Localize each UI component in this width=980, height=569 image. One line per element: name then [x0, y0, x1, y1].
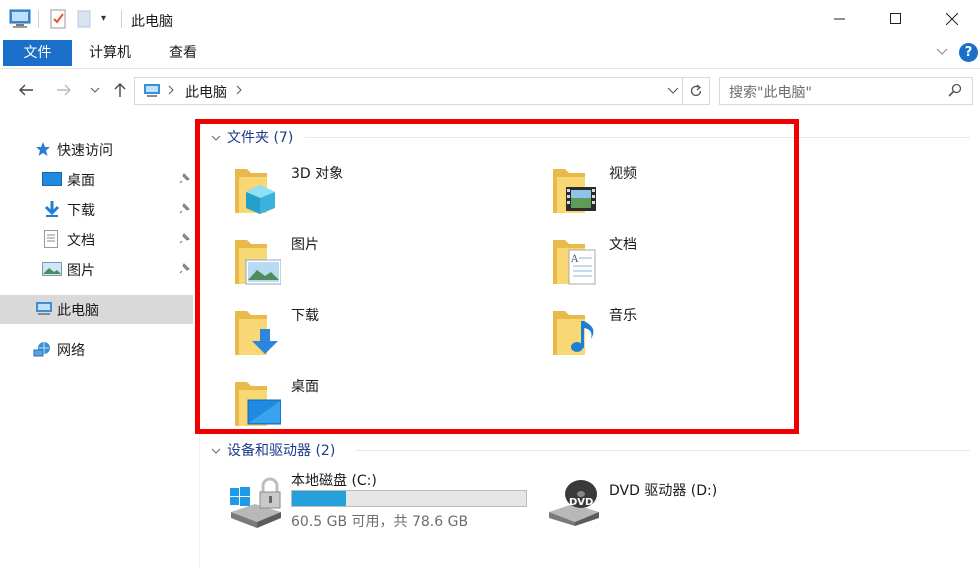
drive-usage-bar	[291, 490, 527, 507]
sidebar-item-pictures[interactable]: 图片	[0, 255, 193, 283]
customize-quick-access-icon[interactable]: ▾	[101, 13, 106, 24]
highlight-box	[195, 119, 799, 434]
breadcrumb-chevron-icon[interactable]	[235, 82, 243, 102]
sidebar-label: 文档	[67, 233, 95, 249]
document-icon	[44, 230, 58, 252]
minimize-button[interactable]	[812, 0, 868, 38]
drive-c[interactable]: 本地磁盘 (C:) 60.5 GB 可用，共 78.6 GB	[227, 468, 537, 532]
star-icon	[35, 141, 51, 161]
pin-icon[interactable]	[179, 172, 191, 188]
sidebar-label: 网络	[57, 343, 85, 359]
download-arrow-icon	[44, 200, 60, 222]
pin-icon[interactable]	[179, 262, 191, 278]
address-history-dropdown-icon[interactable]	[667, 83, 679, 101]
sidebar-label: 此电脑	[57, 303, 99, 319]
refresh-button[interactable]	[682, 78, 709, 104]
desktop-icon	[42, 172, 62, 190]
this-pc-icon	[143, 83, 161, 102]
expand-ribbon-icon[interactable]	[935, 44, 949, 62]
sidebar-label: 快速访问	[57, 143, 113, 159]
breadcrumb-chevron-icon[interactable]	[167, 82, 175, 102]
computer-icon[interactable]	[9, 9, 31, 33]
drive-usage-fill	[292, 491, 346, 506]
network-icon	[33, 340, 51, 362]
maximize-button[interactable]	[868, 0, 924, 38]
devices-group-header[interactable]: 设备和驱动器 (2)	[211, 440, 335, 460]
sidebar-item-quick-access[interactable]: 快速访问	[0, 135, 193, 163]
sidebar-label: 下载	[67, 203, 95, 219]
forward-button[interactable]	[53, 79, 75, 101]
tab-view[interactable]: 查看	[157, 40, 209, 66]
sidebar-label: 图片	[67, 263, 95, 279]
pin-icon[interactable]	[179, 202, 191, 218]
help-button[interactable]: ?	[959, 43, 978, 62]
search-input[interactable]: 搜索"此电脑"	[719, 77, 973, 105]
new-folder-icon[interactable]	[77, 10, 91, 32]
ribbon: 文件 计算机 查看 ?	[0, 38, 980, 69]
navigation-pane: 快速访问 桌面 下载 文档 图片 此电脑 网络	[0, 130, 200, 569]
svg-text:DVD: DVD	[569, 497, 593, 508]
breadcrumb-this-pc[interactable]: 此电脑	[185, 82, 227, 102]
drive-d[interactable]: DVD DVD 驱动器 (D:)	[545, 468, 805, 532]
tab-computer[interactable]: 计算机	[77, 40, 143, 66]
sidebar-item-network[interactable]: 网络	[0, 335, 193, 363]
group-title: 设备和驱动器 (2)	[227, 443, 336, 459]
up-button[interactable]	[109, 79, 131, 101]
dvd-drive-icon: DVD	[545, 470, 601, 530]
sidebar-item-documents[interactable]: 文档	[0, 225, 193, 253]
computer-icon	[35, 301, 53, 321]
system-drive-icon	[227, 472, 283, 532]
divider	[121, 10, 122, 28]
title-bar: ▾ 此电脑	[0, 0, 980, 38]
collapse-chevron-icon[interactable]	[211, 443, 221, 459]
sidebar-label: 桌面	[67, 173, 95, 189]
group-divider	[355, 450, 970, 451]
search-icon[interactable]	[948, 83, 962, 101]
window-title: 此电脑	[131, 14, 173, 30]
drive-name: 本地磁盘 (C:)	[291, 473, 377, 489]
sidebar-item-downloads[interactable]: 下载	[0, 195, 193, 223]
search-placeholder: 搜索"此电脑"	[729, 85, 812, 101]
navigation-bar: 此电脑 搜索"此电脑"	[0, 70, 980, 110]
back-button[interactable]	[15, 79, 37, 101]
tab-file[interactable]: 文件	[3, 40, 72, 66]
recent-locations-button[interactable]	[84, 79, 106, 101]
sidebar-item-this-pc[interactable]: 此电脑	[0, 295, 193, 324]
divider	[38, 10, 39, 28]
close-button[interactable]	[924, 0, 980, 38]
properties-icon[interactable]	[50, 9, 66, 33]
pin-icon[interactable]	[179, 232, 191, 248]
drive-free-space: 60.5 GB 可用，共 78.6 GB	[291, 514, 469, 530]
address-bar[interactable]: 此电脑	[134, 77, 710, 105]
sidebar-item-desktop[interactable]: 桌面	[0, 165, 193, 193]
drive-name: DVD 驱动器 (D:)	[609, 483, 718, 499]
pictures-icon	[42, 262, 62, 280]
